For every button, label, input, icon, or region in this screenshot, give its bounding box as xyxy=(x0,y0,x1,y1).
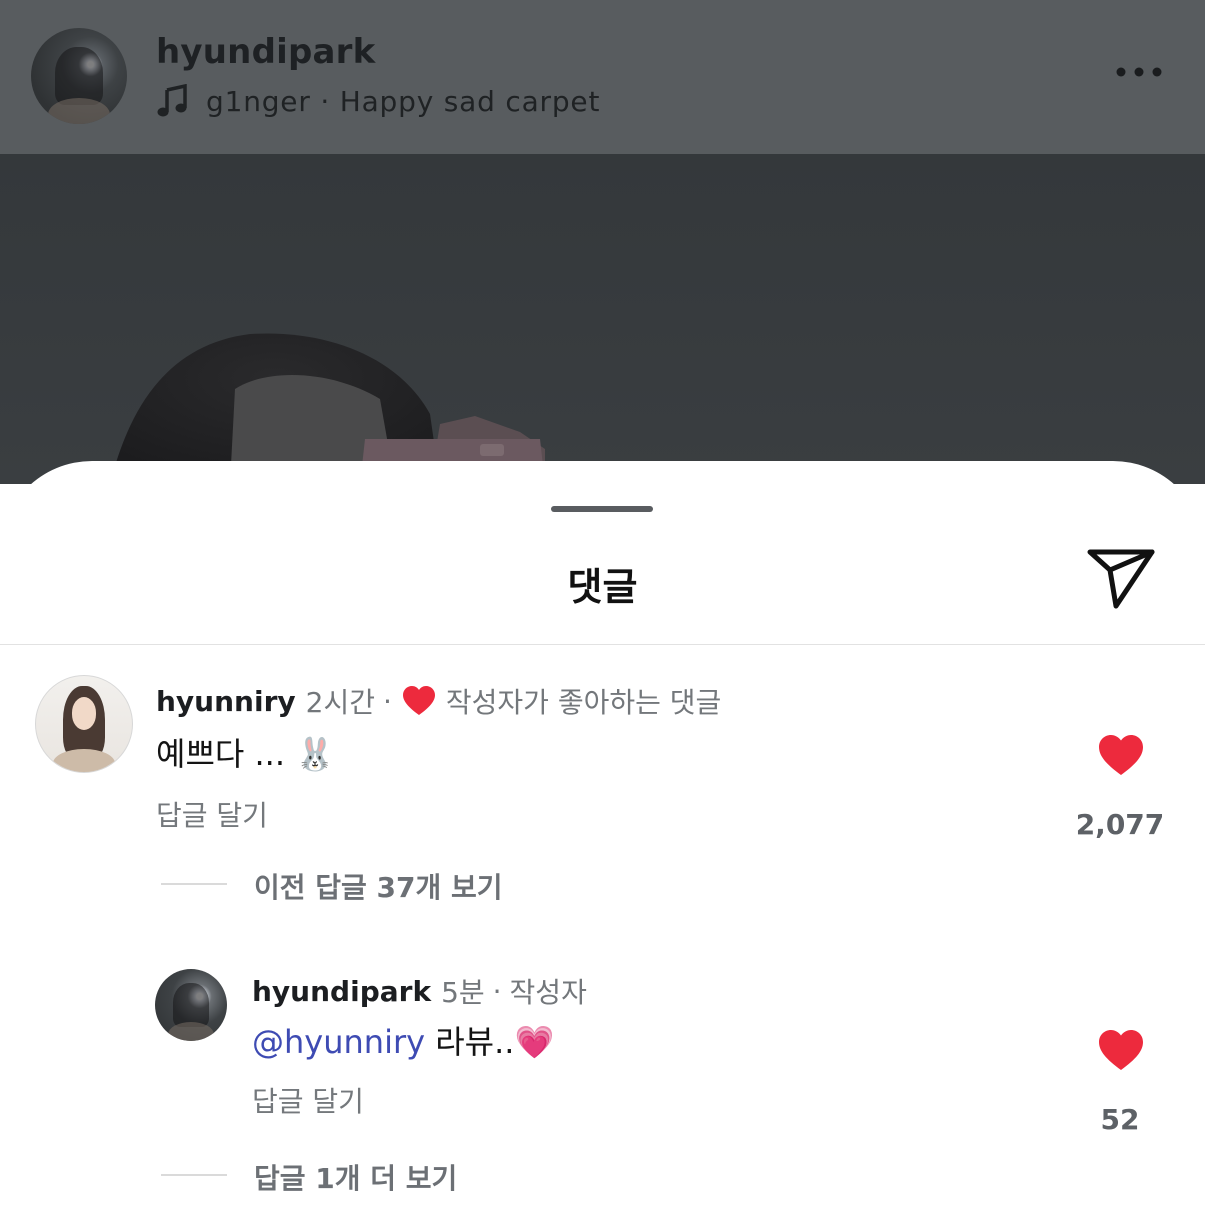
heart-icon[interactable] xyxy=(1097,1028,1145,1072)
send-icon[interactable] xyxy=(1086,546,1156,610)
comment-meta: hyundipark 5분 · 작성자 xyxy=(252,971,587,1011)
heart-icon xyxy=(402,686,435,715)
post-username[interactable]: hyundipark xyxy=(156,32,375,72)
liked-by-author-badge: 작성자가 좋아하는 댓글 xyxy=(445,686,722,719)
mention-link[interactable]: @hyunniry xyxy=(252,1023,425,1061)
comment-text: @hyunniry 라뷰..💗 xyxy=(252,1017,554,1063)
instagram-post-screen: hyundipark g1nger · Happy sad carpet 댓글 … xyxy=(0,0,1205,1221)
thread-line xyxy=(161,883,227,885)
comment-body: 라뷰..💗 xyxy=(435,1023,555,1061)
avatar[interactable] xyxy=(35,675,133,773)
reply-button[interactable]: 답글 달기 xyxy=(156,794,268,834)
separator: · xyxy=(492,974,502,1008)
divider xyxy=(0,644,1205,645)
post-photo xyxy=(0,154,1205,484)
view-more-replies[interactable]: 답글 1개 더 보기 xyxy=(254,1157,457,1197)
thread-line xyxy=(161,1174,227,1176)
sheet-title: 댓글 xyxy=(567,565,638,609)
author-badge: 작성자 xyxy=(509,976,587,1009)
post-header: hyundipark g1nger · Happy sad carpet xyxy=(0,0,1205,154)
view-previous-replies[interactable]: 이전 답글 37개 보기 xyxy=(254,866,503,906)
comment-meta: hyunniry 2시간 · 작성자가 좋아하는 댓글 xyxy=(156,681,721,721)
comment-text: 예쁘다 ... 🐰 xyxy=(156,735,336,773)
separator: · xyxy=(383,684,392,718)
avatar[interactable] xyxy=(31,28,127,124)
like-count: 2,077 xyxy=(1075,808,1165,841)
more-horizontal-icon[interactable] xyxy=(1115,60,1165,84)
comment-time: 2시간 xyxy=(305,686,375,719)
heart-icon[interactable] xyxy=(1097,733,1145,777)
comment-username[interactable]: hyunniry xyxy=(156,685,296,718)
like-count: 52 xyxy=(1100,1103,1140,1136)
comment-username[interactable]: hyundipark xyxy=(252,975,431,1008)
reply-button[interactable]: 답글 달기 xyxy=(252,1080,364,1120)
music-title: g1nger · Happy sad carpet xyxy=(206,84,601,118)
music-note-icon xyxy=(157,84,187,117)
comments-sheet: 댓글 hyunniry 2시간 · 작성자가 좋아하는 댓글 예쁘다 ... 🐰… xyxy=(0,461,1205,1221)
sheet-grabber[interactable] xyxy=(551,506,653,512)
comment-time: 5분 xyxy=(441,976,485,1009)
music-info[interactable]: g1nger · Happy sad carpet xyxy=(156,82,600,120)
avatar[interactable] xyxy=(155,969,227,1041)
